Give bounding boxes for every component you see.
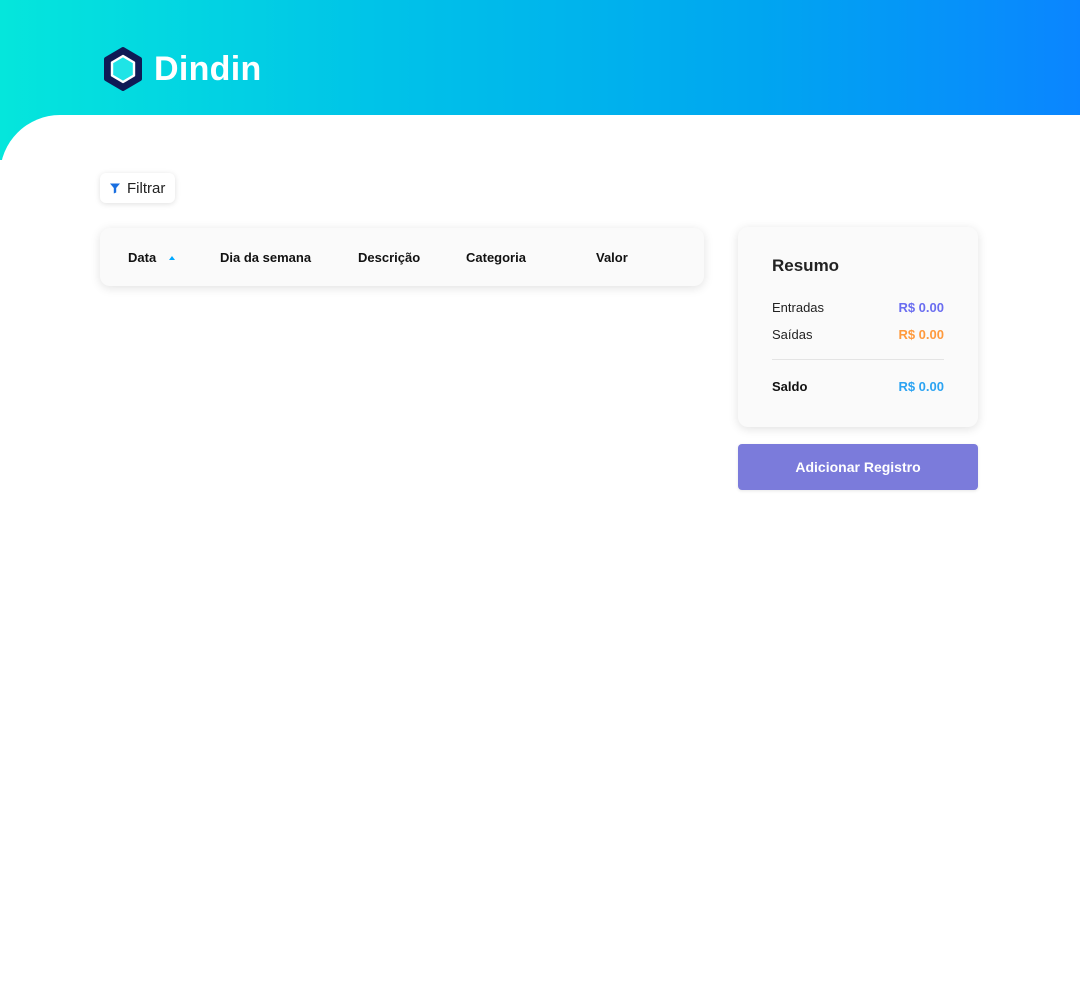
balance-value: R$ 0.00 [898,379,944,394]
funnel-icon [110,183,120,194]
income-label: Entradas [772,300,825,315]
brand: Dindin [102,46,262,92]
transactions-table-header: Data Dia da semana Descrição Categoria V… [100,228,704,286]
expense-value: R$ 0.00 [898,327,944,342]
column-header-dia-da-semana[interactable]: Dia da semana [220,250,311,265]
filter-button-label: Filtrar [127,179,166,197]
expense-label: Saídas [772,327,813,342]
column-header-categoria[interactable]: Categoria [466,250,526,265]
summary-card: Resumo Entradas R$ 0.00 Saídas R$ 0.00 S… [738,227,978,427]
app-page: Dindin Filtrar Data Dia da semana Descri… [0,0,1080,1000]
column-header-valor[interactable]: Valor [596,250,628,265]
filter-button[interactable]: Filtrar [100,173,176,203]
add-record-button[interactable]: Adicionar Registro [738,444,978,490]
balance-label: Saldo [772,379,808,394]
column-header-descricao[interactable]: Descrição [358,250,420,265]
brand-name: Dindin [154,49,262,88]
summary-divider [772,359,944,360]
column-header-label: Data [128,250,157,265]
column-header-label: Dia da semana [220,250,312,265]
hexagon-logo-icon [104,47,142,91]
income-value: R$ 0.00 [898,300,944,315]
column-header-label: Valor [596,250,628,265]
column-header-data[interactable]: Data [128,250,175,265]
sort-ascending-icon [168,256,175,260]
summary-title: Resumo [772,256,840,275]
column-header-label: Categoria [466,250,526,265]
column-header-label: Descrição [358,250,421,265]
